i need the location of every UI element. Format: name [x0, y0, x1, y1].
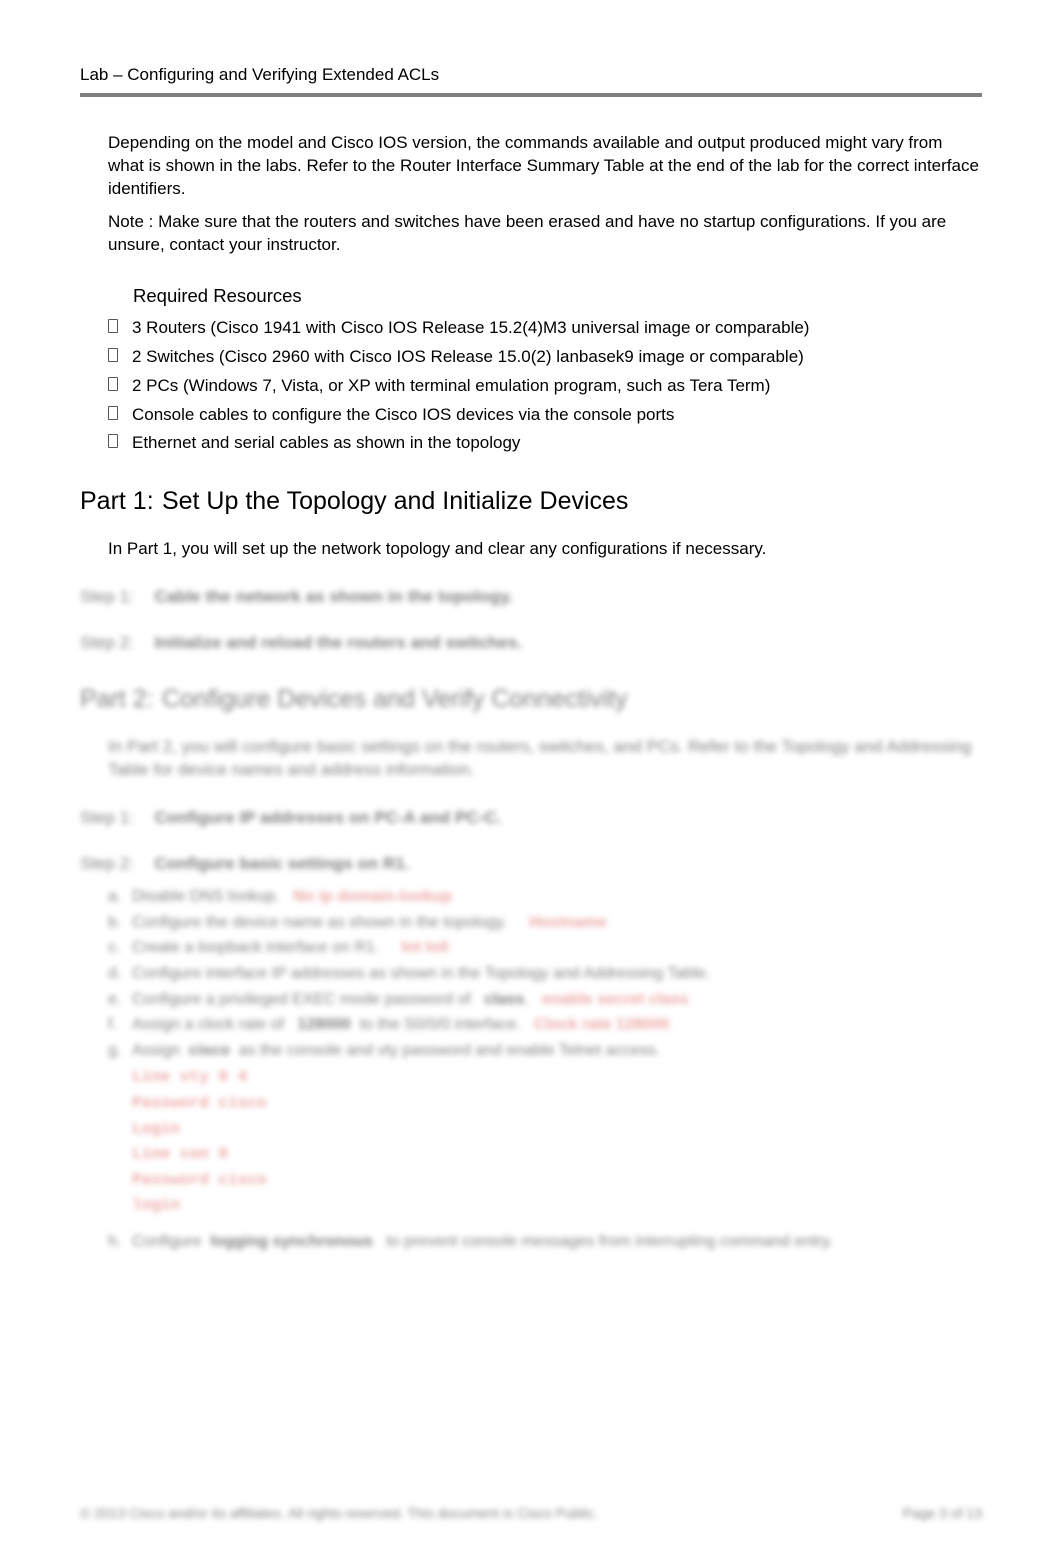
step-text: Initialize and reload the routers and sw… — [154, 633, 521, 652]
part1-intro: In Part 1, you will set up the network t… — [108, 538, 982, 561]
part2-step2-list-cont: h.Configure logging synchronous to preve… — [108, 1229, 982, 1255]
step-label: Step 2: — [80, 854, 150, 874]
part2-step2: Step 2: Configure basic settings on R1. — [80, 854, 982, 874]
part2-step1: Step 1: Configure IP addresses on PC-A a… — [80, 808, 982, 828]
list-item: d.Configure interface IP addresses as sh… — [108, 961, 982, 987]
required-resources-list: 3 Routers (Cisco 1941 with Cisco IOS Rel… — [108, 317, 982, 456]
list-item: a.Disable DNS lookup. No ip domain-looku… — [108, 884, 982, 910]
code-line: Password cisco — [132, 1091, 982, 1117]
code-line: Line vty 0 4 — [132, 1065, 982, 1091]
code-line: Line con 0 — [132, 1142, 982, 1168]
required-resources-heading: Required Resources — [133, 285, 982, 307]
part1-step2: Step 2: Initialize and reload the router… — [80, 633, 982, 653]
intro-para-2: Note : Make sure that the routers and sw… — [108, 211, 982, 257]
list-item: 2 Switches (Cisco 2960 with Cisco IOS Re… — [108, 346, 982, 369]
list-item: b.Configure the device name as shown in … — [108, 910, 982, 936]
step-text: Configure basic settings on R1. — [154, 854, 409, 873]
list-item: e.Configure a privileged EXEC mode passw… — [108, 987, 982, 1013]
part1-heading: Part 1: Set Up the Topology and Initiali… — [80, 487, 982, 516]
part2-num: Part 2: — [80, 685, 155, 714]
list-item: 2 PCs (Windows 7, Vista, or XP with term… — [108, 375, 982, 398]
list-item: Console cables to configure the Cisco IO… — [108, 404, 982, 427]
step-label: Step 2: — [80, 633, 150, 653]
code-block: Line vty 0 4 Password cisco Login Line c… — [132, 1065, 982, 1219]
part2-step2-list: a.Disable DNS lookup. No ip domain-looku… — [108, 884, 982, 1063]
step-text: Cable the network as shown in the topolo… — [154, 587, 513, 606]
page-footer: © 2013 Cisco and/or its affiliates. All … — [80, 1505, 982, 1521]
part1-title: Set Up the Topology and Initialize Devic… — [162, 487, 628, 515]
intro-para-1: Depending on the model and Cisco IOS ver… — [108, 132, 982, 201]
part2-heading: Part 2: Configure Devices and Verify Con… — [80, 685, 982, 714]
code-line: Login — [132, 1117, 982, 1143]
part1-num: Part 1: — [80, 487, 155, 516]
list-item: h.Configure logging synchronous to preve… — [108, 1229, 982, 1255]
part2-title: Configure Devices and Verify Connectivit… — [162, 685, 628, 713]
footer-copyright: © 2013 Cisco and/or its affiliates. All … — [80, 1505, 598, 1521]
step-label: Step 1: — [80, 587, 150, 607]
list-item: c.Create a loopback interface on R1. Int… — [108, 935, 982, 961]
page-header-title: Lab – Configuring and Verifying Extended… — [80, 65, 982, 85]
list-item: g.Assign cisco as the console and vty pa… — [108, 1038, 982, 1064]
list-item: 3 Routers (Cisco 1941 with Cisco IOS Rel… — [108, 317, 982, 340]
code-line: login — [132, 1193, 982, 1219]
part2-intro: In Part 2, you will configure basic sett… — [108, 736, 982, 782]
step-text: Configure IP addresses on PC-A and PC-C. — [154, 808, 501, 827]
header-divider — [80, 93, 982, 97]
list-item: Ethernet and serial cables as shown in t… — [108, 432, 982, 455]
code-line: Password cisco — [132, 1168, 982, 1194]
footer-page-num: Page 3 of 13 — [903, 1505, 982, 1521]
step-label: Step 1: — [80, 808, 150, 828]
part1-step1: Step 1: Cable the network as shown in th… — [80, 587, 982, 607]
list-item: f.Assign a clock rate of 128000 to the S… — [108, 1012, 982, 1038]
